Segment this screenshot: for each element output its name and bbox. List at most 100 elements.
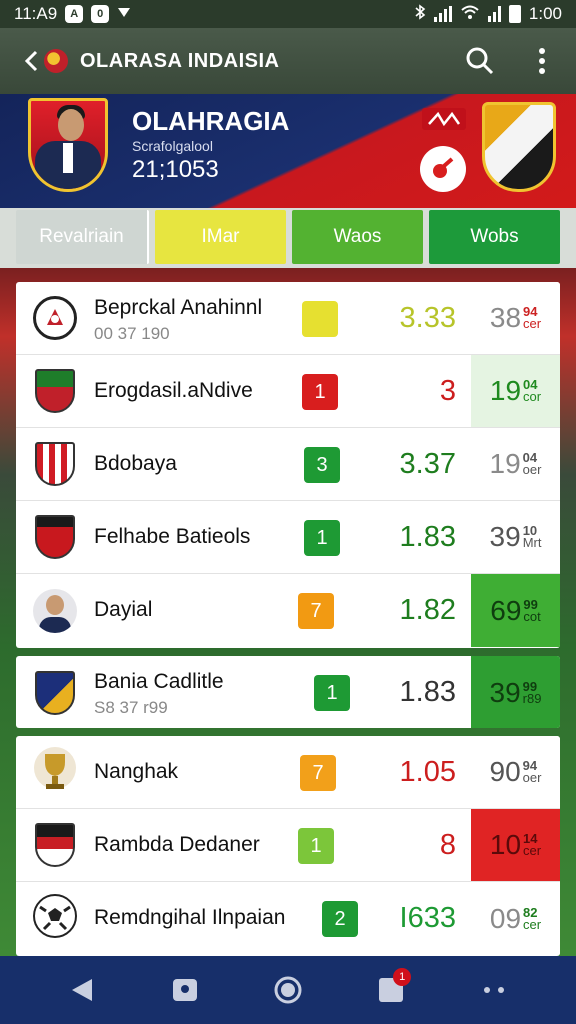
last-main-value: 69 <box>490 594 522 626</box>
nav-back-button[interactable] <box>58 966 106 1014</box>
battery-icon <box>508 5 521 23</box>
last-small-value: 99 cot <box>523 598 541 624</box>
nav-messages-button[interactable] <box>161 966 209 1014</box>
nav-recents-button[interactable]: 1 <box>367 966 415 1014</box>
location-icon <box>117 4 131 24</box>
last-small-bottom: Mrt <box>522 535 542 550</box>
last-small-bottom: cer <box>523 843 542 858</box>
whistle-button[interactable] <box>420 146 466 192</box>
app-logo <box>44 49 68 73</box>
tab-waos[interactable]: Waos <box>292 210 423 264</box>
row-last-value: 39 10 Mrt <box>471 501 560 573</box>
more-vertical-icon <box>539 48 545 74</box>
last-small-bottom: r89 <box>522 690 542 706</box>
row-last-value: 39 99 r89 <box>471 656 560 728</box>
tab-revalriain[interactable]: Revalriain <box>16 210 149 264</box>
row-last-value: 19 04 cor <box>471 355 560 427</box>
row-subtitle: S8 37 r99 <box>94 698 168 717</box>
last-main-value: 38 <box>489 302 522 333</box>
last-small-bottom: oer <box>522 770 542 785</box>
message-icon <box>172 979 197 1001</box>
last-main-value: 19 <box>489 375 522 406</box>
last-small-bottom: cer <box>523 916 542 932</box>
hero-number: 21;1053 <box>132 156 219 183</box>
signal-icon-2 <box>487 6 501 22</box>
row-logo <box>32 368 78 414</box>
tab-imar[interactable]: IMar <box>155 210 286 264</box>
row-odd: 3.37 <box>399 448 456 480</box>
row-odd: I633 <box>399 902 456 934</box>
row-logo <box>32 822 78 868</box>
row-logo <box>32 746 78 795</box>
row-badge: 3 <box>304 447 340 483</box>
row-badge: 7 <box>300 755 336 791</box>
nav-home-button[interactable] <box>264 966 312 1014</box>
list-row[interactable]: Bdobaya 3 3.37 19 04 oer <box>16 428 560 501</box>
tab-wobs[interactable]: Wobs <box>429 210 560 264</box>
row-badge: 2 <box>322 901 358 937</box>
list-row[interactable]: Dayial 7 1.82 69 99 cot <box>16 574 560 647</box>
row-badge: 1 <box>304 520 340 556</box>
row-odd: 1.05 <box>399 756 456 788</box>
row-badge: 7 <box>298 593 334 629</box>
nav-more-button[interactable] <box>470 966 518 1014</box>
last-small-bottom: cer <box>523 316 542 331</box>
row-name: Felhabe Batieols <box>94 525 251 548</box>
back-button[interactable] <box>18 46 44 76</box>
whistle-icon <box>433 157 454 178</box>
status-time-right: 1:00 <box>528 4 562 23</box>
row-odd: 3.33 <box>399 302 456 334</box>
signal-icon <box>433 6 452 22</box>
list-row[interactable]: Remdngihal Ilnpaian 2 I633 09 82 cer <box>16 882 560 955</box>
row-name: Rambda Dedaner <box>94 833 260 856</box>
row-last-value: 19 04 oer <box>471 428 560 500</box>
list-card: Beprckal Anahinnl 00 37 190 3.33 38 94 cer Ero… <box>16 282 560 648</box>
row-badge: 1 <box>302 374 338 410</box>
list-row[interactable]: Rambda Dedaner 1 8 10 14 cer <box>16 809 560 882</box>
notification-badge: 1 <box>393 968 412 986</box>
row-subtitle: 00 37 190 <box>94 324 170 343</box>
back-arrow-icon <box>24 50 38 72</box>
list-card: Nanghak 7 1.05 90 94 oer Rambda Dedaner 1 8 10 14 c… <box>16 736 560 956</box>
search-button[interactable] <box>464 45 496 77</box>
bluetooth-icon <box>414 3 426 25</box>
row-badge: 1 <box>314 675 350 711</box>
last-small-value: 10 Mrt <box>522 524 542 550</box>
last-main-value: 10 <box>489 829 522 860</box>
last-small-value: 82 cer <box>523 906 542 932</box>
last-small-bottom: oer <box>522 462 542 477</box>
row-last-value: 69 99 cot <box>471 574 560 647</box>
row-logo <box>32 670 78 716</box>
club-crest-icon <box>482 102 556 192</box>
row-logo <box>32 588 78 634</box>
list-row[interactable]: Beprckal Anahinnl 00 37 190 3.33 38 94 cer <box>16 282 560 355</box>
list-card: Bania Cadlitle S8 37 r99 1 1.83 39 99 r89 <box>16 656 560 728</box>
more-horizontal-icon <box>484 987 505 993</box>
team-crest-icon <box>33 296 77 340</box>
club-tag-icon <box>422 108 466 130</box>
last-small-value: 04 cor <box>523 378 542 404</box>
list-row[interactable]: Nanghak 7 1.05 90 94 oer <box>16 736 560 809</box>
last-small-value: 14 cer <box>523 832 542 858</box>
profile-badge <box>28 98 108 192</box>
row-logo <box>32 514 78 560</box>
last-small-value: 94 cer <box>523 305 542 331</box>
nav-bar: 1 <box>0 956 576 1024</box>
last-small-bottom: cot <box>523 608 541 624</box>
row-name: Nanghak <box>94 760 179 783</box>
last-small-bottom: cor <box>523 389 542 404</box>
team-crest-icon <box>35 823 75 867</box>
list-row[interactable]: Erogdasil.aNdive 1 3 19 04 cor <box>16 355 560 428</box>
more-options-button[interactable] <box>526 45 558 77</box>
row-name: Bania Cadlitle <box>94 670 224 693</box>
hero-subtitle: Scrafolgalool <box>132 138 213 154</box>
list-row[interactable]: Bania Cadlitle S8 37 r99 1 1.83 39 99 r89 <box>16 656 560 728</box>
row-name: Erogdasil.aNdive <box>94 379 253 402</box>
row-logo <box>32 295 78 341</box>
triangle-back-icon <box>71 979 92 1001</box>
list-row[interactable]: Felhabe Batieols 1 1.83 39 10 Mrt <box>16 501 560 574</box>
tab-strip: Revalriain IMar Waos Wobs <box>0 208 576 268</box>
app-bar: OLARASA INDAISIA <box>0 28 576 94</box>
app-notification-icon: A <box>65 5 84 23</box>
app-actions <box>464 45 558 77</box>
